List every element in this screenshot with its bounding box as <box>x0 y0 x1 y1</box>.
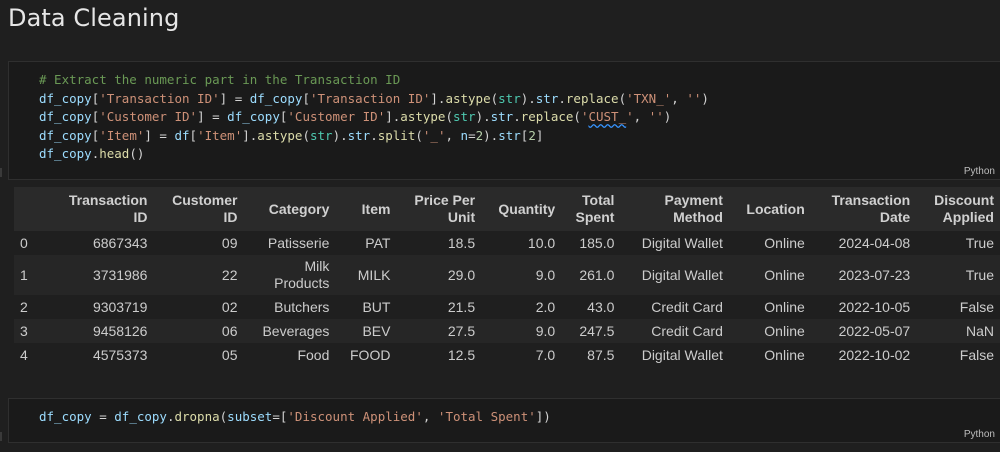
table-row: 3 9458126 06 Beverages BEV 27.5 9.0 247.5 Credit… <box>14 319 1000 343</box>
code-cell-extract[interactable]: # Extract the numeric part in the Transa… <box>8 61 1000 180</box>
code-editor[interactable]: # Extract the numeric part in the Transa… <box>39 71 709 164</box>
spellcheck-underline: CUST_ <box>588 109 627 124</box>
table-cell: PAT <box>365 234 391 251</box>
table-cell: Digital Wallet <box>641 234 723 251</box>
table-row: 2 9303719 02 Butchers BUT 21.5 2.0 43.0 Credit C… <box>14 295 1000 319</box>
table-cell: 2.0 <box>535 298 556 315</box>
table-cell: 4575373 <box>92 346 148 363</box>
table-cell: BEV <box>362 322 391 339</box>
table-cell: False <box>959 346 994 363</box>
table-cell: 2022-10-02 <box>838 346 911 363</box>
table-cell: False <box>959 298 994 315</box>
table-cell: 3731986 <box>92 266 148 283</box>
table-cell: FOOD <box>350 346 391 363</box>
code-comment: # Extract the numeric part in the Transa… <box>39 72 401 87</box>
table-cell: 9.0 <box>535 322 556 339</box>
table-cell: Online <box>764 322 805 339</box>
table-row: 4 4575373 05 Food FOOD 12.5 7.0 87.5 Digital Wal… <box>14 343 1000 367</box>
table-cell: Online <box>764 234 805 251</box>
row-index: 0 <box>20 234 28 251</box>
table-cell: Milk Products <box>274 258 330 291</box>
column-header: Transaction ID <box>68 192 148 225</box>
table-row: 0 6867343 09 Patisserie PAT 18.5 10.0 185.0 Digi… <box>14 231 1000 255</box>
column-header: Discount Applied <box>934 192 994 225</box>
cell-language-label[interactable]: Python <box>964 429 995 440</box>
table-cell: 9303719 <box>92 298 148 315</box>
table-cell: 247.5 <box>579 322 615 339</box>
column-header: Quantity <box>498 200 556 217</box>
row-index: 4 <box>20 346 28 363</box>
row-index: 2 <box>20 298 28 315</box>
column-header: Total Spent <box>575 192 615 225</box>
table-cell: True <box>965 234 994 251</box>
table-cell: 2022-10-05 <box>838 298 911 315</box>
table-cell: 10.0 <box>527 234 556 251</box>
table-cell: 21.5 <box>447 298 476 315</box>
table-cell: 29.0 <box>447 266 476 283</box>
table-cell: 7.0 <box>535 346 556 363</box>
table-cell: Food <box>297 346 330 363</box>
cell-gutter-marker <box>0 168 2 177</box>
table-cell: 27.5 <box>447 322 476 339</box>
table-cell: 02 <box>221 298 238 315</box>
cell-gutter-marker <box>0 432 2 441</box>
column-header: Payment Method <box>664 192 723 225</box>
dataframe-output: Transaction ID Customer ID Category Item Price… <box>14 187 1000 367</box>
column-header: Transaction Date <box>831 192 911 225</box>
table-cell: 6867343 <box>92 234 148 251</box>
column-header: Item <box>361 200 391 217</box>
table-cell: 2022-05-07 <box>838 322 911 339</box>
table-cell: 12.5 <box>447 346 476 363</box>
code-editor[interactable]: df_copy = df_copy.dropna(subset=['Discou… <box>39 408 551 427</box>
table-cell: 09 <box>221 234 238 251</box>
table-cell: Online <box>764 266 805 283</box>
table-cell: 43.0 <box>587 298 615 315</box>
table-cell: Butchers <box>274 298 330 315</box>
table-cell: Beverages <box>262 322 330 339</box>
table-cell: 9458126 <box>92 322 148 339</box>
table-cell: Online <box>764 298 805 315</box>
table-cell: 2023-07-23 <box>838 266 911 283</box>
table-cell: Credit Card <box>651 322 723 339</box>
row-index: 1 <box>20 266 28 283</box>
table-cell: Credit Card <box>651 298 723 315</box>
table-cell: 87.5 <box>587 346 615 363</box>
dataframe-table: Transaction ID Customer ID Category Item Price… <box>14 187 1000 367</box>
table-cell: 185.0 <box>579 234 615 251</box>
cell-language-label[interactable]: Python <box>964 166 995 177</box>
code-cell-dropna[interactable]: df_copy = df_copy.dropna(subset=['Discou… <box>8 398 1000 443</box>
column-header: Location <box>746 200 805 217</box>
table-row: 1 3731986 22 Milk Products MILK 29.0 9.0 261.0 Di… <box>14 255 1000 295</box>
table-cell: 05 <box>221 346 238 363</box>
table-cell: NaN <box>965 322 994 339</box>
table-cell: 261.0 <box>579 266 615 283</box>
table-cell: MILK <box>357 266 391 283</box>
table-cell: BUT <box>362 298 391 315</box>
column-header: Price Per Unit <box>414 192 476 225</box>
table-cell: 2024-04-08 <box>838 234 911 251</box>
table-cell: 06 <box>221 322 238 339</box>
table-cell: 22 <box>221 266 238 283</box>
table-cell: Digital Wallet <box>641 346 723 363</box>
table-cell: 18.5 <box>447 234 476 251</box>
row-index: 3 <box>20 322 28 339</box>
index-header <box>14 187 48 231</box>
table-cell: True <box>965 266 994 283</box>
table-cell: Online <box>764 346 805 363</box>
column-header: Category <box>268 200 330 217</box>
table-cell: 9.0 <box>535 266 556 283</box>
section-heading: Data Cleaning <box>8 4 180 32</box>
table-cell: Patisserie <box>267 234 330 251</box>
column-header: Customer ID <box>172 192 238 225</box>
table-cell: Digital Wallet <box>641 266 723 283</box>
table-header-row: Transaction ID Customer ID Category Item Price… <box>14 187 1000 231</box>
